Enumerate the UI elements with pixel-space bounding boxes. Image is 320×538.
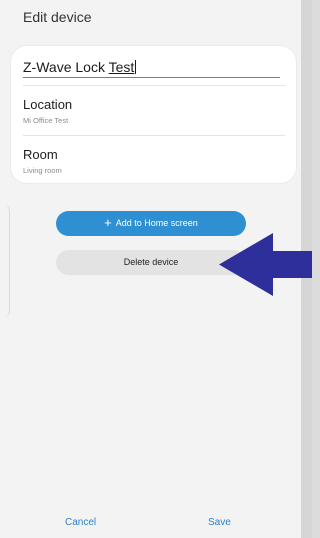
device-name-underlined-word: Test: [108, 59, 135, 75]
room-value: Living room: [23, 166, 62, 175]
device-name-field[interactable]: Z-Wave Lock Test: [23, 58, 280, 78]
cancel-button[interactable]: Cancel: [65, 517, 96, 528]
device-name-value: Z-Wave Lock Test: [23, 59, 137, 75]
plus-icon: +: [104, 215, 112, 230]
add-to-home-screen-label: Add to Home screen: [115, 218, 198, 228]
text-caret: [135, 60, 137, 74]
divider: [23, 85, 285, 86]
location-label[interactable]: Location: [23, 97, 72, 112]
left-edge-panel: [0, 205, 10, 317]
location-value: Mi Office Test: [23, 116, 69, 125]
save-button[interactable]: Save: [208, 517, 231, 528]
arrow-left-icon: [219, 233, 312, 296]
page-title: Edit device: [23, 9, 92, 25]
divider: [23, 135, 285, 136]
add-to-home-screen-button[interactable]: + Add to Home screen: [56, 211, 246, 236]
room-label[interactable]: Room: [23, 147, 58, 162]
delete-device-button[interactable]: Delete device: [56, 250, 246, 275]
device-name-prefix: Z-Wave Lock: [23, 59, 109, 75]
